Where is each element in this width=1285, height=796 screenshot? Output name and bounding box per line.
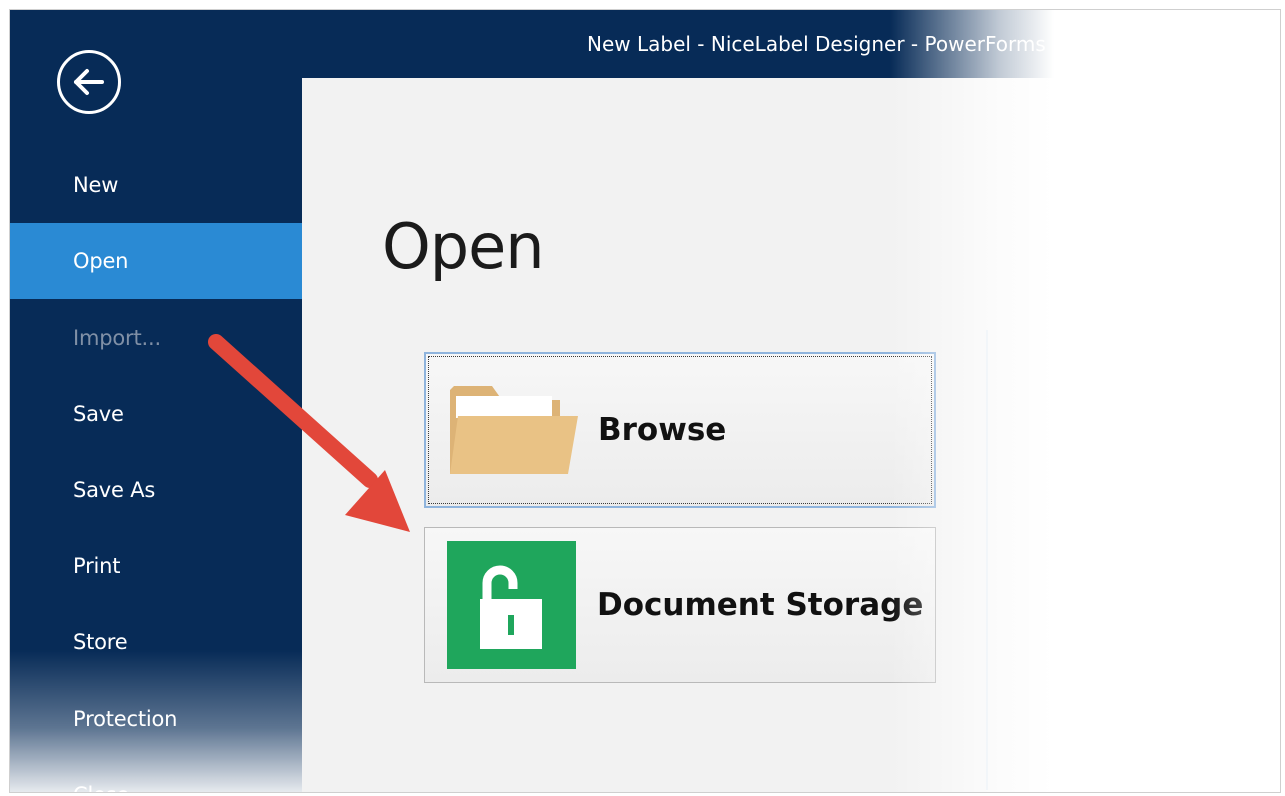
sidebar-item-open[interactable]: Open xyxy=(10,223,302,299)
document-storage-tile xyxy=(447,541,576,669)
sidebar-item-new[interactable]: New xyxy=(10,147,302,223)
sidebar-item-store[interactable]: Store xyxy=(10,604,302,680)
arrow-left-circle-icon xyxy=(74,69,104,95)
sidebar-item-close[interactable]: Close xyxy=(10,757,302,792)
folder-icon xyxy=(450,386,578,474)
right-fade-overlay xyxy=(890,10,1280,792)
browse-button[interactable]: Browse xyxy=(424,352,936,508)
page-title: Open xyxy=(382,210,545,283)
app-window: New Open Import... Save Save As Print St… xyxy=(9,9,1281,793)
backstage-sidebar: New Open Import... Save Save As Print St… xyxy=(10,10,302,792)
unlocked-padlock-icon xyxy=(480,565,542,649)
sidebar-item-import[interactable]: Import... xyxy=(10,300,302,376)
sidebar-item-protection[interactable]: Protection xyxy=(10,681,302,757)
document-storage-button[interactable]: Document Storage xyxy=(424,527,936,683)
back-button[interactable] xyxy=(57,50,121,114)
document-storage-label: Document Storage xyxy=(597,587,924,623)
sidebar-item-save-as[interactable]: Save As xyxy=(10,452,302,528)
sidebar-item-save[interactable]: Save xyxy=(10,376,302,452)
window-title: New Label - NiceLabel Designer - PowerFo… xyxy=(587,32,1046,56)
title-bar: New Label - NiceLabel Designer - PowerFo… xyxy=(302,10,1280,78)
vertical-divider xyxy=(986,330,988,790)
sidebar-item-print[interactable]: Print xyxy=(10,528,302,604)
browse-label: Browse xyxy=(598,412,727,448)
